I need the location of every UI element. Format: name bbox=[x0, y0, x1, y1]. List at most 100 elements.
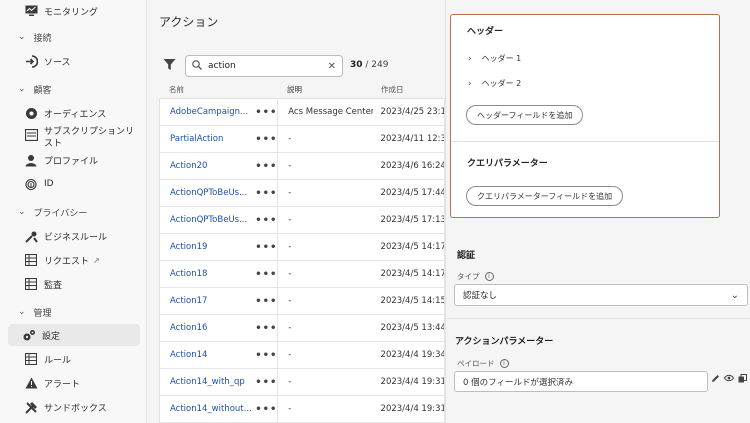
search-field[interactable]: action ✕ bbox=[185, 55, 343, 77]
sidebar-item-label: リクエスト bbox=[44, 256, 90, 267]
sidebar-item-label: ルール bbox=[44, 355, 72, 366]
action-created-date: 2023/4/5 17:13 bbox=[380, 215, 444, 225]
row-more-menu-icon[interactable]: ••• bbox=[255, 161, 277, 172]
sidebar-group-connections[interactable]: ⌄ 接続 bbox=[18, 27, 52, 47]
row-more-menu-icon[interactable]: ••• bbox=[255, 107, 277, 118]
action-name-link[interactable]: Action14_without... bbox=[160, 404, 255, 414]
sidebar-item-monitoring[interactable]: モニタリング bbox=[10, 0, 98, 22]
sidebar-item-profiles[interactable]: プロファイル bbox=[10, 149, 98, 171]
add-query-param-field-button[interactable]: クエリパラメーターフィールドを追加 bbox=[466, 186, 624, 206]
action-name-link[interactable]: Action14 bbox=[160, 350, 255, 360]
action-created-date: 2023/4/4 19:31 bbox=[380, 404, 444, 414]
filter-icon[interactable] bbox=[163, 58, 177, 72]
header-item[interactable]: › ヘッダー 1 bbox=[468, 53, 521, 64]
auth-type-label-text: タイプ bbox=[457, 272, 480, 281]
action-name-link[interactable]: ActionQPToBeUs... bbox=[160, 188, 255, 198]
sidebar-item-requests[interactable]: リクエスト ↗ bbox=[10, 249, 100, 271]
search-input[interactable]: action bbox=[208, 61, 328, 71]
header-item-label: ヘッダー 2 bbox=[481, 79, 522, 88]
table-row[interactable]: Action20 ••• -2023/4/6 16:24 bbox=[160, 153, 444, 180]
action-description: - bbox=[277, 180, 372, 206]
table-body: AdobeCampaign... ••• Acs Message Center 202… bbox=[159, 98, 445, 423]
sidebar-item-sources[interactable]: ソース bbox=[10, 50, 71, 72]
action-description: - bbox=[277, 126, 372, 152]
action-created-date: 2023/4/25 23:16 bbox=[380, 107, 444, 117]
action-name-link[interactable]: Action18 bbox=[160, 269, 255, 279]
auth-title: 認証 bbox=[457, 251, 476, 261]
clear-icon[interactable]: ✕ bbox=[328, 61, 336, 72]
table-row[interactable]: Action17 ••• -2023/4/5 14:15 bbox=[160, 288, 444, 315]
page-title: アクション bbox=[159, 15, 219, 29]
row-more-menu-icon[interactable]: ••• bbox=[255, 215, 277, 226]
table-row[interactable]: ActionQPToBeUs... ••• -2023/4/5 17:44 bbox=[160, 180, 444, 207]
row-more-menu-icon[interactable]: ••• bbox=[255, 296, 277, 307]
table-row[interactable]: Action19 ••• -2023/4/5 14:17 bbox=[160, 234, 444, 261]
row-more-menu-icon[interactable]: ••• bbox=[255, 323, 277, 334]
sidebar-group-privacy[interactable]: ⌄ プライバシー bbox=[18, 202, 87, 222]
action-name-link[interactable]: PartialAction bbox=[160, 134, 255, 144]
column-header-description[interactable]: 説明 bbox=[277, 80, 373, 98]
edit-icon[interactable] bbox=[711, 374, 720, 386]
chevron-down-icon: ⌄ bbox=[18, 307, 26, 317]
table-row[interactable]: PartialAction•••-2023/4/11 12:33 bbox=[160, 126, 444, 153]
result-count-shown: 30 bbox=[350, 60, 363, 70]
sidebar-item-rules[interactable]: ルール bbox=[10, 348, 71, 370]
action-name-link[interactable]: AdobeCampaign... bbox=[160, 107, 255, 117]
action-name-link[interactable]: Action20 bbox=[160, 161, 255, 171]
sidebar-group-customers[interactable]: ⌄ 顧客 bbox=[18, 79, 52, 99]
action-name-link[interactable]: Action16 bbox=[160, 323, 255, 333]
auth-type-select[interactable]: 認証なし ⌄ bbox=[454, 284, 748, 306]
info-icon[interactable]: i bbox=[499, 359, 509, 368]
action-description: - bbox=[277, 261, 372, 287]
action-name-link[interactable]: ActionQPToBeUs... bbox=[160, 215, 255, 225]
action-description: - bbox=[277, 207, 372, 233]
action-name-link[interactable]: Action17 bbox=[160, 296, 255, 306]
sidebar-item-label: モニタリング bbox=[44, 7, 99, 18]
table-header: 名前 説明 作成日 bbox=[159, 80, 445, 98]
sidebar-item-configuration[interactable]: 設定 bbox=[8, 324, 140, 346]
action-name-link[interactable]: Action19 bbox=[160, 242, 255, 252]
sidebar-item-business-rules[interactable]: ビジネスルール bbox=[10, 225, 107, 247]
sidebar-group-administration[interactable]: ⌄ 管理 bbox=[18, 302, 52, 322]
action-name-link[interactable]: Action14_with_qp bbox=[160, 377, 255, 387]
add-header-field-button[interactable]: ヘッダーフィールドを追加 bbox=[466, 105, 584, 125]
table-row[interactable]: AdobeCampaign... ••• Acs Message Center 202… bbox=[160, 99, 444, 126]
column-header-created[interactable]: 作成日 bbox=[373, 84, 445, 95]
result-count-total: / 249 bbox=[365, 60, 389, 70]
column-header-name[interactable]: 名前 bbox=[159, 84, 255, 95]
table-row[interactable]: Action18 ••• -2023/4/5 14:17 bbox=[160, 261, 444, 288]
sidebar-item-audiences[interactable]: オーディエンス bbox=[10, 102, 106, 124]
row-more-menu-icon[interactable]: ••• bbox=[255, 377, 277, 388]
sidebar-item-identities[interactable]: ID bbox=[10, 173, 54, 195]
action-params-title: アクションパラメーター bbox=[455, 337, 554, 347]
action-description: Acs Message Center bbox=[277, 99, 373, 125]
sidebar-item-sandboxes[interactable]: サンドボックス bbox=[10, 396, 107, 418]
row-more-menu-icon[interactable]: ••• bbox=[255, 134, 277, 145]
table-row[interactable]: ActionQPToBeUs... ••• -2023/4/5 17:13 bbox=[160, 207, 444, 234]
action-created-date: 2023/4/5 14:17 bbox=[380, 269, 444, 279]
action-description: - bbox=[277, 288, 372, 314]
sources-icon bbox=[24, 54, 38, 68]
row-more-menu-icon[interactable]: ••• bbox=[255, 242, 277, 253]
copy-icon[interactable] bbox=[738, 374, 747, 386]
header-item-label: ヘッダー 1 bbox=[481, 54, 522, 63]
action-description: - bbox=[277, 153, 372, 179]
row-more-menu-icon[interactable]: ••• bbox=[255, 188, 277, 199]
sidebar-item-alerts[interactable]: アラート bbox=[10, 372, 80, 394]
table-row[interactable]: Action14_without... ••• -2023/4/4 19:31 bbox=[160, 396, 444, 423]
payload-field[interactable]: 0 個のフィールドが選択済み bbox=[454, 371, 708, 392]
table-row[interactable]: Action14_with_qp ••• -2023/4/4 19:31 bbox=[160, 369, 444, 396]
table-icon bbox=[24, 253, 38, 267]
payload-label-text: ペイロード bbox=[457, 359, 495, 368]
row-more-menu-icon[interactable]: ••• bbox=[255, 350, 277, 361]
info-icon[interactable]: i bbox=[484, 272, 494, 281]
header-item[interactable]: › ヘッダー 2 bbox=[468, 78, 521, 89]
table-row[interactable]: Action16 ••• -2023/4/5 13:44 bbox=[160, 315, 444, 342]
table-row[interactable]: Action14 ••• -2023/4/4 19:34 bbox=[160, 342, 444, 369]
headers-title: ヘッダー bbox=[467, 27, 504, 37]
preview-eye-icon[interactable] bbox=[723, 374, 735, 385]
row-more-menu-icon[interactable]: ••• bbox=[255, 404, 277, 415]
row-more-menu-icon[interactable]: ••• bbox=[255, 269, 277, 280]
sidebar-item-audit[interactable]: 監査 bbox=[10, 273, 62, 295]
sidebar: モニタリング ⌄ 接続 ソース ⌄ 顧客 オーディエンス サブスクリプションリス… bbox=[0, 0, 147, 423]
